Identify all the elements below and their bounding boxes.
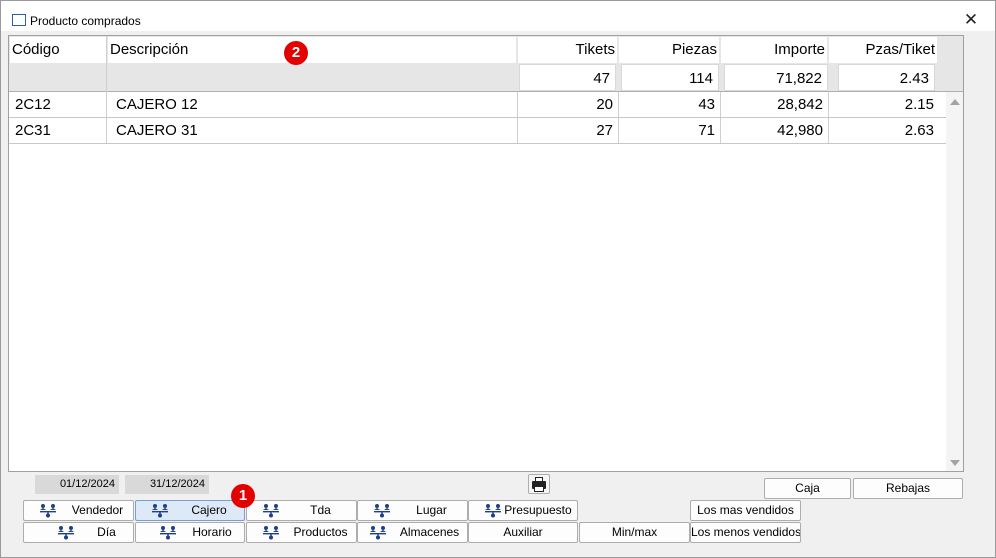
horario-button[interactable]: Horario bbox=[135, 522, 245, 543]
presupuesto-label: Presupuesto bbox=[504, 503, 572, 517]
cell-tikets: 20 bbox=[596, 96, 613, 113]
caja-label: Caja bbox=[795, 481, 820, 495]
horario-label: Horario bbox=[192, 525, 232, 539]
vendedor-button[interactable]: Vendedor bbox=[23, 500, 134, 521]
cell-tikets: 27 bbox=[596, 122, 613, 139]
window-title: Producto comprados bbox=[30, 14, 141, 28]
total-tikets: 47 bbox=[519, 64, 616, 91]
column-header-pzas-tiket[interactable]: Pzas/Tiket bbox=[829, 37, 937, 63]
almacenes-label: Almacenes bbox=[399, 525, 460, 539]
cell-codigo: 2C12 bbox=[15, 96, 51, 113]
people-tree-icon bbox=[150, 503, 170, 518]
tda-button[interactable]: Tda bbox=[246, 500, 357, 521]
table-row[interactable]: 2C31 CAJERO 31 27 71 42,980 2.63 bbox=[9, 118, 946, 144]
cell-codigo: 2C31 bbox=[15, 122, 51, 139]
printer-icon[interactable] bbox=[528, 474, 550, 494]
results-grid: Código Descripción Tikets Piezas Importe… bbox=[8, 35, 964, 472]
people-tree-icon bbox=[261, 525, 281, 540]
date-to-field[interactable]: 31/12/2024 bbox=[125, 475, 209, 494]
almacenes-button[interactable]: Almacenes bbox=[357, 522, 468, 543]
column-header-piezas[interactable]: Piezas bbox=[619, 37, 719, 63]
tda-label: Tda bbox=[310, 503, 331, 517]
lugar-button[interactable]: Lugar bbox=[357, 500, 468, 521]
people-tree-icon bbox=[372, 503, 392, 518]
productos-label: Productos bbox=[293, 525, 348, 539]
minmax-button[interactable]: Min/max bbox=[579, 522, 690, 543]
annotation-marker-1: 1 bbox=[231, 484, 255, 508]
productos-button[interactable]: Productos bbox=[246, 522, 357, 543]
vendedor-label: Vendedor bbox=[71, 503, 124, 517]
people-tree-icon bbox=[158, 525, 178, 540]
close-icon[interactable]: ✕ bbox=[959, 10, 983, 30]
column-header-importe[interactable]: Importe bbox=[721, 37, 827, 63]
table-row[interactable]: 2C12 CAJERO 12 20 43 28,842 2.15 bbox=[9, 92, 946, 118]
people-tree-icon bbox=[261, 503, 281, 518]
scroll-up-icon[interactable] bbox=[950, 99, 960, 105]
cell-descripcion: CAJERO 31 bbox=[116, 122, 198, 139]
menos-vendidos-button[interactable]: Los menos vendidos bbox=[690, 522, 801, 543]
auxiliar-button[interactable]: Auxiliar bbox=[468, 522, 578, 543]
cell-importe: 42,980 bbox=[777, 122, 823, 139]
grid-header: Código Descripción Tikets Piezas Importe… bbox=[9, 36, 963, 92]
dialog-window: Producto comprados ✕ Código Descripción … bbox=[0, 0, 996, 558]
total-piezas: 114 bbox=[621, 64, 719, 91]
people-tree-icon bbox=[56, 525, 76, 540]
title-bar: Producto comprados ✕ bbox=[1, 1, 995, 31]
total-importe: 71,822 bbox=[724, 64, 828, 91]
people-tree-icon bbox=[368, 525, 388, 540]
cell-descripcion: CAJERO 12 bbox=[116, 96, 198, 113]
lugar-label: Lugar bbox=[416, 503, 447, 517]
scroll-down-icon[interactable] bbox=[950, 460, 960, 466]
rebajas-button[interactable]: Rebajas bbox=[853, 478, 963, 499]
mas-vendidos-label: Los mas vendidos bbox=[697, 503, 794, 517]
column-header-descripcion[interactable]: Descripción bbox=[108, 37, 516, 63]
annotation-marker-2: 2 bbox=[284, 41, 308, 65]
dia-button[interactable]: Día bbox=[23, 522, 134, 543]
presupuesto-button[interactable]: Presupuesto bbox=[468, 500, 578, 521]
mas-vendidos-button[interactable]: Los mas vendidos bbox=[690, 500, 801, 521]
auxiliar-label: Auxiliar bbox=[503, 525, 543, 539]
vertical-scrollbar[interactable] bbox=[946, 92, 963, 471]
date-from-field[interactable]: 01/12/2024 bbox=[35, 475, 119, 494]
column-divider bbox=[106, 36, 107, 92]
total-pzas-tiket: 2.43 bbox=[838, 64, 935, 91]
menos-vendidos-label: Los menos vendidos bbox=[691, 525, 801, 539]
rebajas-label: Rebajas bbox=[885, 481, 931, 495]
cajero-button[interactable]: Cajero bbox=[135, 500, 245, 521]
caja-button[interactable]: Caja bbox=[764, 478, 851, 499]
cell-pzas-tiket: 2.63 bbox=[904, 122, 934, 139]
column-header-codigo[interactable]: Código bbox=[10, 37, 106, 63]
column-header-tikets[interactable]: Tikets bbox=[518, 37, 617, 63]
cell-piezas: 71 bbox=[698, 122, 715, 139]
printer-output bbox=[534, 486, 544, 492]
people-tree-icon bbox=[38, 503, 58, 518]
window-icon bbox=[12, 14, 26, 26]
dia-label: Día bbox=[97, 525, 116, 539]
cell-pzas-tiket: 2.15 bbox=[904, 96, 934, 113]
cell-piezas: 43 bbox=[698, 96, 715, 113]
minmax-label: Min/max bbox=[611, 525, 658, 539]
cell-importe: 28,842 bbox=[777, 96, 823, 113]
